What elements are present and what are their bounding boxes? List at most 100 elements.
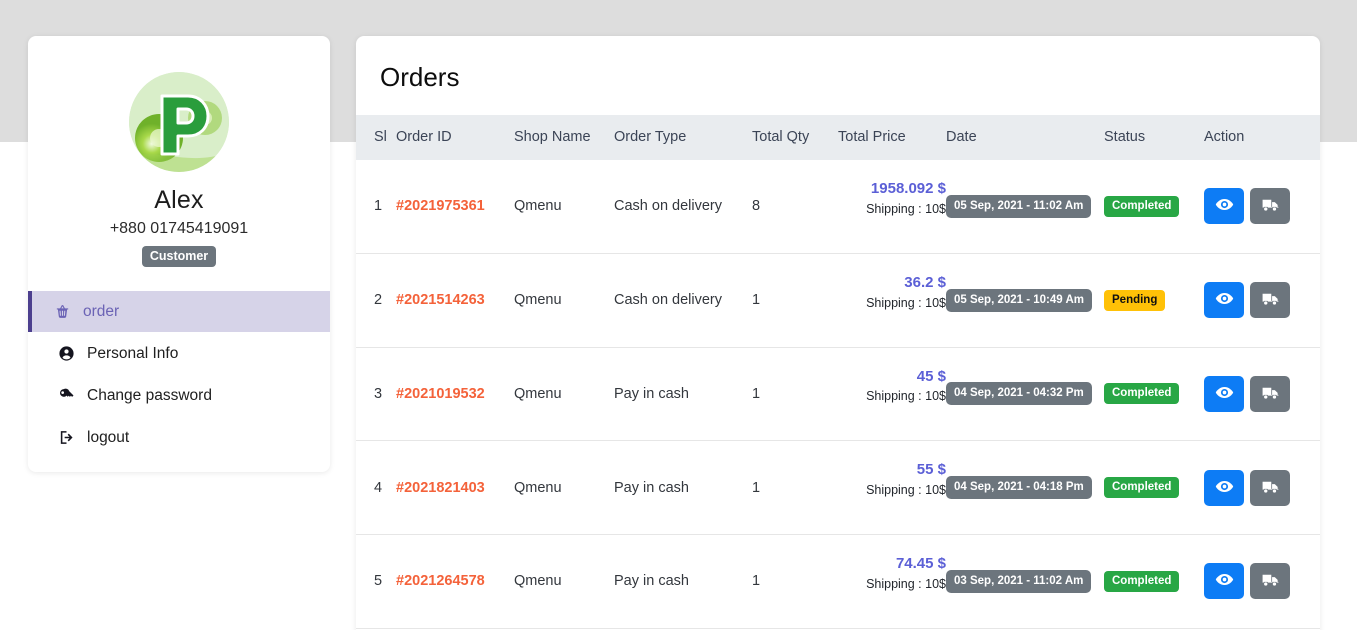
cell-total-qty: 1	[752, 441, 838, 535]
track-order-button[interactable]	[1250, 376, 1290, 412]
cell-sl: 4	[356, 441, 396, 535]
view-order-button[interactable]	[1204, 470, 1244, 506]
price-amount: 55 $	[838, 461, 946, 480]
role-badge-row: Customer	[28, 246, 330, 267]
cell-action	[1204, 535, 1320, 629]
cell-date: 05 Sep, 2021 - 10:49 Am	[946, 253, 1104, 347]
column-header-action: Action	[1204, 115, 1320, 160]
date-badge: 05 Sep, 2021 - 10:49 Am	[946, 289, 1092, 312]
page-title: Orders	[356, 36, 1320, 115]
view-order-button[interactable]	[1204, 188, 1244, 224]
profile-name: Alex	[28, 186, 330, 215]
truck-icon	[1261, 570, 1280, 592]
cell-status: Completed	[1104, 160, 1204, 253]
track-order-button[interactable]	[1250, 563, 1290, 599]
cell-order-type: Pay in cash	[614, 535, 752, 629]
cell-order-id: #2021514263	[396, 253, 514, 347]
table-row: 4#2021821403QmenuPay in cash155 $Shippin…	[356, 441, 1320, 535]
sidebar-item-order[interactable]: order	[28, 291, 330, 332]
eye-icon	[1215, 195, 1234, 217]
cell-status: Pending	[1104, 253, 1204, 347]
cell-total-price: 74.45 $Shipping : 10$	[838, 535, 946, 629]
status-badge: Completed	[1104, 383, 1179, 404]
cell-total-price: 45 $ Shipping : 10$	[838, 347, 946, 441]
sidebar-item-label: Change password	[87, 387, 212, 405]
cell-date: 03 Sep, 2021 - 11:02 Am	[946, 535, 1104, 629]
sidebar-item-label: logout	[87, 429, 129, 447]
cell-date: 04 Sep, 2021 - 04:32 Pm	[946, 347, 1104, 441]
price-shipping: Shipping : 10$	[838, 389, 946, 404]
cell-action	[1204, 441, 1320, 535]
cell-date: 05 Sep, 2021 - 11:02 Am	[946, 160, 1104, 253]
sidebar-item-logout[interactable]: logout	[28, 417, 330, 458]
truck-icon	[1261, 195, 1280, 217]
sidebar-menu: order Personal Info Change password logo…	[28, 291, 330, 458]
date-badge: 04 Sep, 2021 - 04:18 Pm	[946, 476, 1092, 499]
eye-icon	[1215, 477, 1234, 499]
role-badge: Customer	[142, 246, 216, 267]
table-row: 1#2021975361QmenuCash on delivery81958.0…	[356, 160, 1320, 253]
view-order-button[interactable]	[1204, 563, 1244, 599]
track-order-button[interactable]	[1250, 282, 1290, 318]
truck-icon	[1261, 477, 1280, 499]
column-header-total-qty: Total Qty	[752, 115, 838, 160]
date-badge: 03 Sep, 2021 - 11:02 Am	[946, 570, 1091, 593]
cell-action	[1204, 160, 1320, 253]
price-shipping: Shipping : 10$	[838, 577, 946, 592]
order-id-link[interactable]: #2021019532	[396, 386, 485, 402]
table-row: 2#2021514263QmenuCash on delivery136.2 $…	[356, 253, 1320, 347]
cell-status: Completed	[1104, 441, 1204, 535]
cell-order-type: Pay in cash	[614, 347, 752, 441]
column-header-order-id: Order ID	[396, 115, 514, 160]
cell-sl: 1	[356, 160, 396, 253]
track-order-button[interactable]	[1250, 470, 1290, 506]
column-header-total-price: Total Price	[838, 115, 946, 160]
logout-icon	[58, 429, 75, 446]
cell-total-qty: 1	[752, 253, 838, 347]
status-badge: Completed	[1104, 196, 1179, 217]
price-amount: 45 $	[838, 368, 946, 387]
table-row: 5#2021264578QmenuPay in cash174.45 $Ship…	[356, 535, 1320, 629]
cell-sl: 3	[356, 347, 396, 441]
cell-total-qty: 1	[752, 347, 838, 441]
date-badge: 05 Sep, 2021 - 11:02 Am	[946, 195, 1091, 218]
sidebar-item-label: order	[83, 303, 119, 321]
order-id-link[interactable]: #2021821403	[396, 480, 485, 496]
sidebar-item-change-password[interactable]: Change password	[28, 375, 330, 416]
cell-status: Completed	[1104, 347, 1204, 441]
cell-order-type: Cash on delivery	[614, 160, 752, 253]
price-shipping: Shipping : 10$	[838, 483, 946, 498]
price-amount: 1958.092 $	[838, 180, 946, 199]
key-icon	[58, 387, 75, 404]
truck-icon	[1261, 289, 1280, 311]
column-header-status: Status	[1104, 115, 1204, 160]
table-header-row: Sl Order ID Shop Name Order Type Total Q…	[356, 115, 1320, 160]
cell-shop-name: Qmenu	[514, 253, 614, 347]
orders-card: Orders Sl Order ID Shop Name Order Type …	[356, 36, 1320, 630]
column-header-date: Date	[946, 115, 1104, 160]
truck-icon	[1261, 383, 1280, 405]
orders-table-head: Sl Order ID Shop Name Order Type Total Q…	[356, 115, 1320, 160]
cell-order-id: #2021975361	[396, 160, 514, 253]
order-id-link[interactable]: #2021264578	[396, 573, 485, 589]
view-order-button[interactable]	[1204, 282, 1244, 318]
cell-status: Completed	[1104, 535, 1204, 629]
eye-icon	[1215, 383, 1234, 405]
price-amount: 36.2 $	[838, 274, 946, 293]
cell-date: 04 Sep, 2021 - 04:18 Pm	[946, 441, 1104, 535]
price-shipping: Shipping : 10$	[838, 296, 946, 311]
view-order-button[interactable]	[1204, 376, 1244, 412]
cell-sl: 5	[356, 535, 396, 629]
order-id-link[interactable]: #2021975361	[396, 198, 485, 214]
status-badge: Pending	[1104, 290, 1165, 311]
cell-shop-name: Qmenu	[514, 347, 614, 441]
cell-order-id: #2021821403	[396, 441, 514, 535]
cell-order-id: #2021264578	[396, 535, 514, 629]
order-id-link[interactable]: #2021514263	[396, 292, 485, 308]
cell-shop-name: Qmenu	[514, 535, 614, 629]
status-badge: Completed	[1104, 571, 1179, 592]
sidebar-item-personal-info[interactable]: Personal Info	[28, 333, 330, 374]
track-order-button[interactable]	[1250, 188, 1290, 224]
eye-icon	[1215, 289, 1234, 311]
sidebar-item-label: Personal Info	[87, 345, 178, 363]
